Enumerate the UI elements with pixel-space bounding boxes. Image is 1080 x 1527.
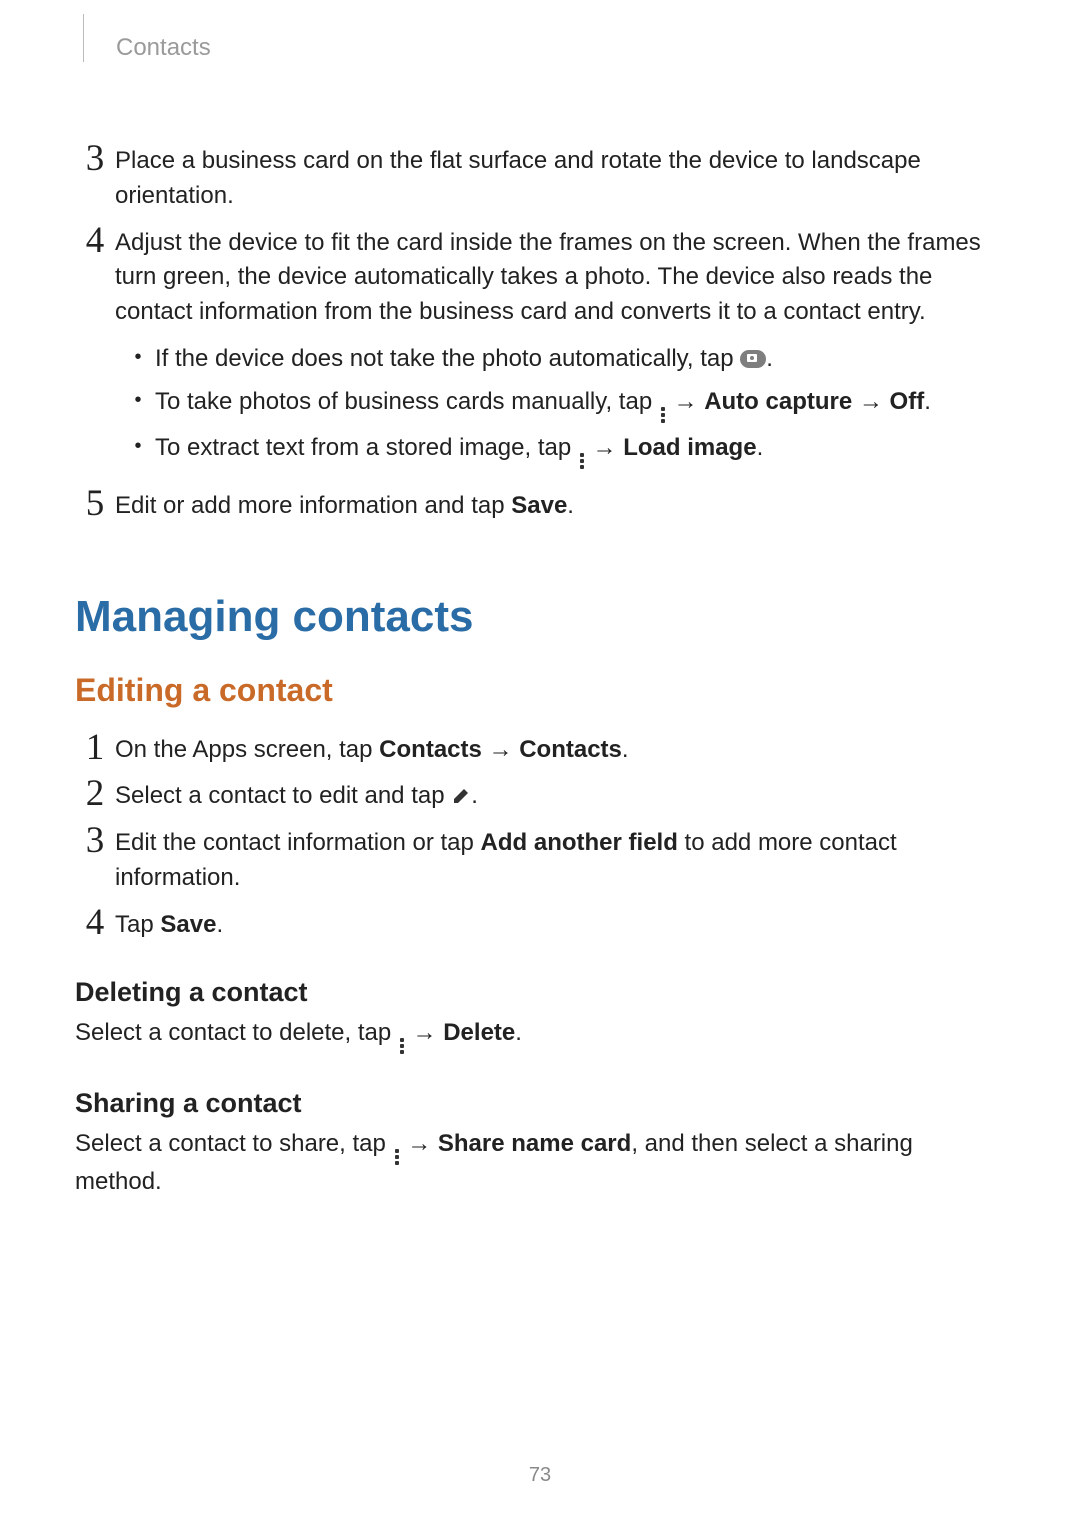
menu-delete: Delete — [443, 1019, 515, 1046]
camera-icon — [740, 350, 766, 368]
bullet-load-image: To extract text from a stored image, tap… — [115, 431, 1005, 469]
bullet-text: . — [766, 345, 773, 372]
step-text: Tap Save. — [115, 904, 223, 943]
tab-contacts: Contacts — [519, 736, 622, 763]
header-rule — [75, 14, 84, 62]
heading-sharing-contact: Sharing a contact — [75, 1088, 1005, 1119]
step-4: 4 Adjust the device to fit the card insi… — [75, 222, 1005, 477]
edit-step-1: 1 On the Apps screen, tap Contacts → Con… — [75, 729, 1005, 768]
deleting-pre: Select a contact to delete, tap — [75, 1019, 398, 1046]
step-5-pre: Edit or add more information and tap — [115, 492, 511, 519]
heading-managing-contacts: Managing contacts — [75, 592, 1005, 642]
step-text: Place a business card on the flat surfac… — [115, 140, 1005, 214]
arrow-icon: → — [593, 434, 624, 461]
menu-off: Off — [890, 388, 925, 415]
more-options-icon — [580, 453, 584, 469]
heading-deleting-contact: Deleting a contact — [75, 977, 1005, 1008]
bullet-text: To take photos of business cards manuall… — [155, 388, 659, 415]
edit-s2-post: . — [471, 782, 478, 809]
edit-step-2: 2 Select a contact to edit and tap . — [75, 775, 1005, 814]
heading-editing-contact: Editing a contact — [75, 672, 1005, 709]
bullet-manual-capture: To take photos of business cards manuall… — [115, 385, 1005, 423]
more-options-icon — [400, 1038, 404, 1054]
save-label: Save — [511, 492, 567, 519]
arrow-icon: → — [859, 388, 890, 415]
step-number: 2 — [75, 775, 115, 812]
more-options-icon — [395, 1149, 399, 1165]
step-number: 3 — [75, 140, 115, 177]
bullet-text: . — [757, 434, 764, 461]
sharing-pre: Select a contact to share, tap — [75, 1130, 393, 1157]
page-number: 73 — [0, 1464, 1080, 1487]
bullet-text: If the device does not take the photo au… — [155, 345, 740, 372]
step-text: Edit the contact information or tap Add … — [115, 822, 1005, 896]
step-number: 4 — [75, 222, 115, 259]
step-5: 5 Edit or add more information and tap S… — [75, 485, 1005, 524]
arrow-icon: → — [482, 736, 519, 763]
step-5-post: . — [567, 492, 574, 519]
deleting-body: Select a contact to delete, tap → Delete… — [75, 1016, 1005, 1054]
section-title: Contacts — [116, 32, 211, 90]
step-text: Adjust the device to fit the card inside… — [115, 222, 1005, 477]
edit-step-4: 4 Tap Save. — [75, 904, 1005, 943]
menu-share-name-card: Share name card — [438, 1130, 631, 1157]
bullet-text: To extract text from a stored image, tap — [155, 434, 578, 461]
edit-s2-pre: Select a contact to edit and tap — [115, 782, 451, 809]
edit-s1-post: . — [622, 736, 629, 763]
menu-auto-capture: Auto capture — [704, 388, 852, 415]
step-number: 5 — [75, 485, 115, 522]
step-3: 3 Place a business card on the flat surf… — [75, 140, 1005, 214]
edit-s1-pre: On the Apps screen, tap — [115, 736, 379, 763]
arrow-icon: → — [401, 1130, 438, 1157]
edit-pencil-icon — [451, 782, 471, 802]
deleting-post: . — [515, 1019, 522, 1046]
bullet-text: . — [924, 388, 931, 415]
more-options-icon — [661, 407, 665, 423]
edit-s4-pre: Tap — [115, 911, 160, 938]
step-4-bullets: If the device does not take the photo au… — [115, 342, 1005, 469]
step-number: 1 — [75, 729, 115, 766]
menu-load-image: Load image — [623, 434, 756, 461]
step-text: Edit or add more information and tap Sav… — [115, 485, 574, 524]
step-number: 3 — [75, 822, 115, 859]
step-text: Select a contact to edit and tap . — [115, 775, 478, 814]
sharing-body: Select a contact to share, tap → Share n… — [75, 1127, 1005, 1200]
step-text: On the Apps screen, tap Contacts → Conta… — [115, 729, 629, 768]
step-number: 4 — [75, 904, 115, 941]
arrow-icon: → — [674, 388, 705, 415]
save-label: Save — [160, 911, 216, 938]
step-4-body: Adjust the device to fit the card inside… — [115, 229, 981, 326]
page-header: Contacts — [75, 0, 1005, 90]
app-contacts: Contacts — [379, 736, 482, 763]
edit-s4-post: . — [216, 911, 223, 938]
edit-s3-pre: Edit the contact information or tap — [115, 829, 481, 856]
add-another-field: Add another field — [481, 829, 678, 856]
arrow-icon: → — [406, 1019, 443, 1046]
bullet-auto-photo: If the device does not take the photo au… — [115, 342, 1005, 377]
edit-step-3: 3 Edit the contact information or tap Ad… — [75, 822, 1005, 896]
